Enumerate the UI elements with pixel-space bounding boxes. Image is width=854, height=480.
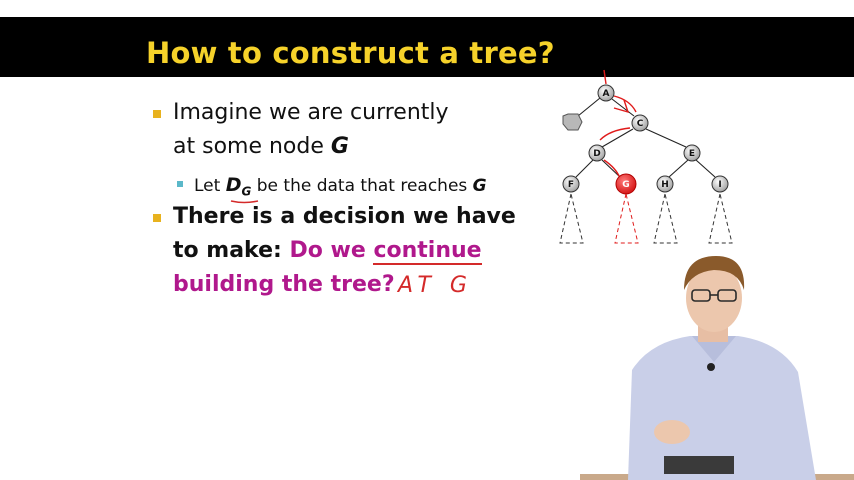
tree-node-label: E [689,149,695,159]
tree-node: A [597,84,615,102]
tree-diagram: A C D E F G H I [559,69,733,244]
tree-node: E [683,144,701,162]
tree-node-label: H [661,180,669,190]
tree-node: D [588,144,606,162]
tree-node: H [656,175,674,193]
underline-stroke [230,200,259,204]
tree-node: F [562,175,580,193]
tree-nodes: A C D E F G H I [562,84,729,195]
subtree-triangles [559,193,733,244]
subtree-triangle-highlighted [614,193,639,244]
tree-node-label: I [718,180,721,190]
tree-node-label: A [603,89,610,99]
tree-node: I [711,175,729,193]
tree-edges [575,97,716,178]
handwritten-note: AT G [396,273,473,298]
tree-node-label: C [637,119,644,129]
tree-node: C [631,114,649,132]
tree-node-label: D [593,149,600,159]
hand [654,420,690,444]
leaf-hexagon [562,113,583,131]
laptop [664,456,734,474]
microphone [707,363,715,371]
tree-node-label: F [568,180,574,190]
presenter-video [580,256,854,480]
tree-node-label: G [622,180,629,190]
tree-node-highlighted: G [615,173,637,195]
